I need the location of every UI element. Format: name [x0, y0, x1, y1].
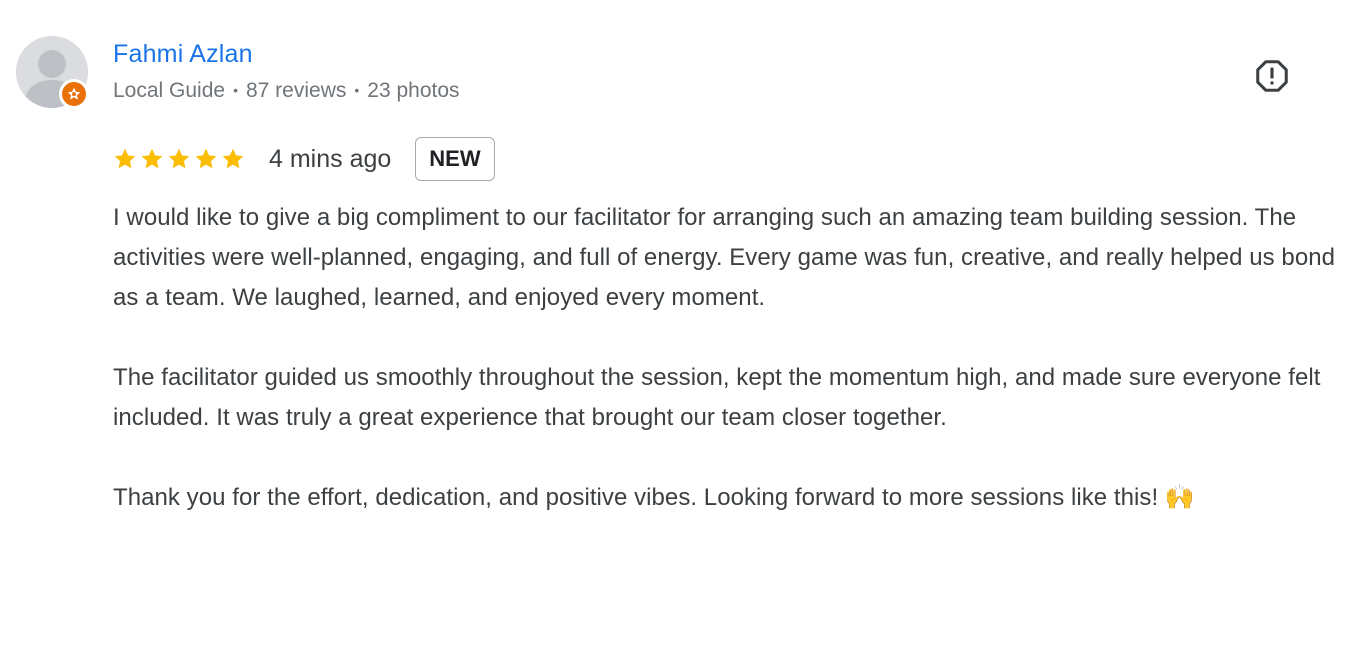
- local-guide-label: Local Guide: [113, 79, 226, 102]
- star-icon: [140, 147, 164, 171]
- review-count: 87 reviews: [245, 79, 347, 102]
- author-meta: Local Guide • 87 reviews • 23 photos: [113, 79, 460, 103]
- meta-separator: •: [354, 82, 360, 98]
- review-paragraph: I would like to give a big compliment to…: [113, 204, 1336, 311]
- star-icon: [221, 147, 245, 171]
- review-time: 4 mins ago: [269, 144, 392, 173]
- review-paragraph: The facilitator guided us smoothly throu…: [113, 364, 1321, 431]
- photo-count: 23 photos: [367, 79, 460, 102]
- review-paragraph: Thank you for the effort, dedication, an…: [113, 484, 1195, 511]
- star-rating: [113, 147, 245, 171]
- new-badge: NEW: [415, 137, 495, 181]
- author-name[interactable]: Fahmi Azlan: [113, 40, 253, 69]
- local-guide-star-icon: [67, 87, 81, 100]
- rating-row: 4 mins ago NEW: [113, 134, 495, 184]
- meta-separator: •: [233, 82, 238, 98]
- report-review-button[interactable]: [1252, 56, 1292, 96]
- review-card: Fahmi Azlan Local Guide • 87 reviews • 2…: [0, 0, 1348, 654]
- star-icon: [194, 147, 218, 171]
- star-icon: [167, 147, 191, 171]
- report-octagon-icon: [1256, 60, 1288, 92]
- review-text: I would like to give a big compliment to…: [113, 198, 1338, 518]
- star-icon: [113, 147, 137, 171]
- local-guide-badge: [59, 79, 89, 109]
